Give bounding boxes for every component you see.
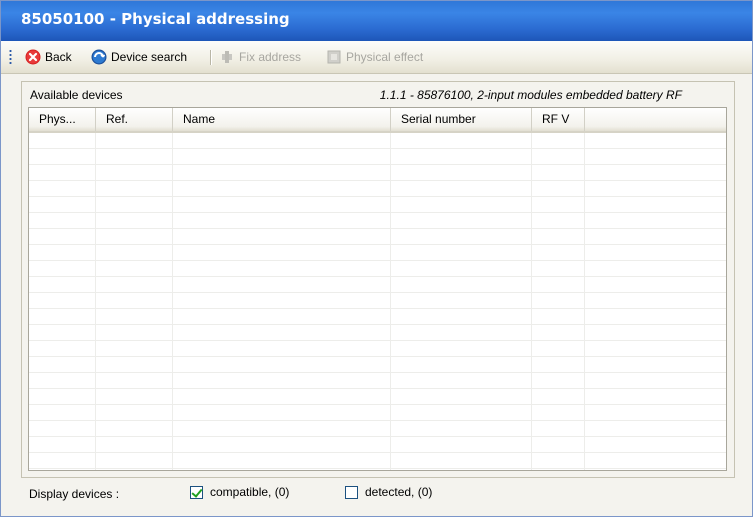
table-header: Phys... Ref. Name Serial number RF V	[29, 108, 726, 133]
empty-table-row	[29, 245, 726, 261]
checkbox-checked-icon[interactable]	[190, 485, 203, 499]
empty-table-row	[29, 277, 726, 293]
compatible-label: compatible, (0)	[210, 485, 290, 499]
empty-table-row	[29, 437, 726, 453]
column-divider	[531, 133, 532, 470]
empty-table-row	[29, 405, 726, 421]
device-search-button[interactable]: Device search	[91, 47, 187, 67]
column-header-phys[interactable]: Phys...	[29, 108, 96, 131]
toolbar-grip-icon[interactable]	[9, 49, 12, 65]
column-header-serial-number[interactable]: Serial number	[391, 108, 532, 131]
empty-table-row	[29, 197, 726, 213]
empty-table-row	[29, 421, 726, 437]
available-devices-panel: Available devices 1.1.1 - 85876100, 2-in…	[21, 81, 735, 478]
compatible-checkbox[interactable]: compatible, (0)	[190, 485, 289, 499]
toolbar-separator	[210, 50, 212, 65]
window-title: 85050100 - Physical addressing	[21, 10, 290, 28]
display-devices-label: Display devices :	[29, 487, 120, 501]
empty-table-row	[29, 325, 726, 341]
detected-checkbox[interactable]: detected, (0)	[345, 485, 432, 499]
physical-addressing-window: 85050100 - Physical addressing Back Devi…	[0, 0, 753, 517]
empty-table-row	[29, 149, 726, 165]
devices-table[interactable]: Phys... Ref. Name Serial number RF V	[28, 107, 727, 471]
device-search-icon	[91, 49, 107, 65]
empty-table-row	[29, 261, 726, 277]
column-header-ref[interactable]: Ref.	[96, 108, 173, 131]
empty-table-row	[29, 133, 726, 149]
device-search-label: Device search	[111, 50, 188, 64]
table-body[interactable]	[29, 133, 726, 470]
empty-table-row	[29, 229, 726, 245]
checkbox-unchecked-icon[interactable]	[345, 485, 358, 499]
column-divider	[584, 133, 585, 470]
empty-table-row	[29, 165, 726, 181]
selected-device-info: 1.1.1 - 85876100, 2-input modules embedd…	[379, 88, 682, 102]
column-divider	[172, 133, 173, 470]
column-header-rf-v[interactable]: RF V	[532, 108, 585, 131]
back-icon	[25, 49, 41, 65]
back-label: Back	[45, 50, 72, 64]
detected-label: detected, (0)	[365, 485, 433, 499]
empty-table-row	[29, 469, 726, 470]
toolbar: Back Device search Fix address Physical …	[1, 41, 752, 74]
title-bar: 85050100 - Physical addressing	[1, 1, 752, 41]
empty-table-row	[29, 453, 726, 469]
empty-table-row	[29, 213, 726, 229]
empty-table-row	[29, 341, 726, 357]
fix-address-label: Fix address	[239, 50, 302, 64]
empty-table-row	[29, 373, 726, 389]
back-button[interactable]: Back	[25, 47, 72, 67]
physical-effect-label: Physical effect	[346, 50, 424, 64]
empty-table-row	[29, 357, 726, 373]
empty-table-row	[29, 293, 726, 309]
available-devices-label: Available devices	[30, 88, 123, 102]
fix-address-button[interactable]: Fix address	[219, 47, 301, 67]
column-divider	[390, 133, 391, 470]
fix-address-icon	[219, 49, 235, 65]
empty-table-row	[29, 181, 726, 197]
column-divider	[95, 133, 96, 470]
empty-table-row	[29, 389, 726, 405]
physical-effect-button[interactable]: Physical effect	[326, 47, 423, 67]
physical-effect-icon	[326, 49, 342, 65]
column-header-name[interactable]: Name	[173, 108, 391, 131]
empty-table-row	[29, 309, 726, 325]
